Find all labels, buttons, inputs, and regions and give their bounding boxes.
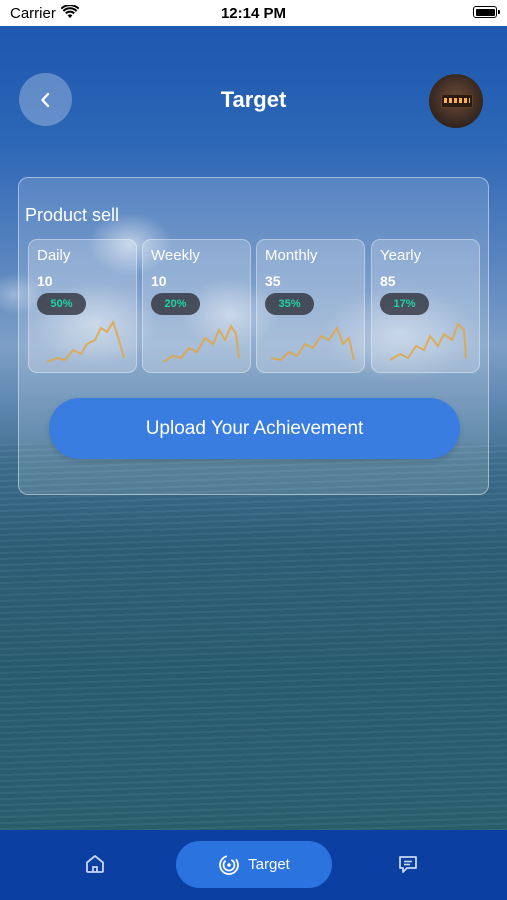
home-icon[interactable]	[83, 852, 107, 876]
stat-label: Weekly	[151, 247, 200, 264]
stat-card-weekly[interactable]: Weekly 10 20%	[142, 239, 251, 373]
stat-label: Yearly	[380, 247, 422, 264]
sparkline-chart	[46, 319, 125, 363]
status-bar: Carrier 12:14 PM	[0, 0, 507, 26]
chat-icon[interactable]	[396, 852, 420, 876]
stat-value: 10	[151, 273, 167, 289]
sparkline-chart	[270, 325, 355, 362]
stat-label: Daily	[37, 247, 71, 264]
card-title: Product sell	[25, 205, 120, 225]
bottom-tab-bar: Target	[0, 830, 507, 900]
sparkline-chart	[162, 323, 240, 363]
tab-target[interactable]: Target	[176, 841, 332, 888]
battery-icon	[473, 6, 500, 18]
clock: 12:14 PM	[220, 5, 287, 22]
avatar[interactable]	[429, 74, 483, 128]
stat-value: 10	[37, 273, 53, 289]
sparkline-chart	[389, 322, 467, 361]
stat-card-yearly[interactable]: Yearly 85 17%	[371, 239, 480, 373]
tab-target-label: Target	[248, 856, 290, 873]
stat-card-daily[interactable]: Daily 10 50%	[28, 239, 137, 373]
stat-value: 35	[265, 273, 281, 289]
stat-label: Monthly	[265, 247, 318, 264]
upload-achievement-button[interactable]: Upload Your Achievement	[49, 398, 460, 459]
target-icon	[219, 854, 240, 875]
avatar-image	[441, 94, 473, 108]
stat-card-monthly[interactable]: Monthly 35 35%	[256, 239, 365, 373]
stat-value: 85	[380, 273, 396, 289]
